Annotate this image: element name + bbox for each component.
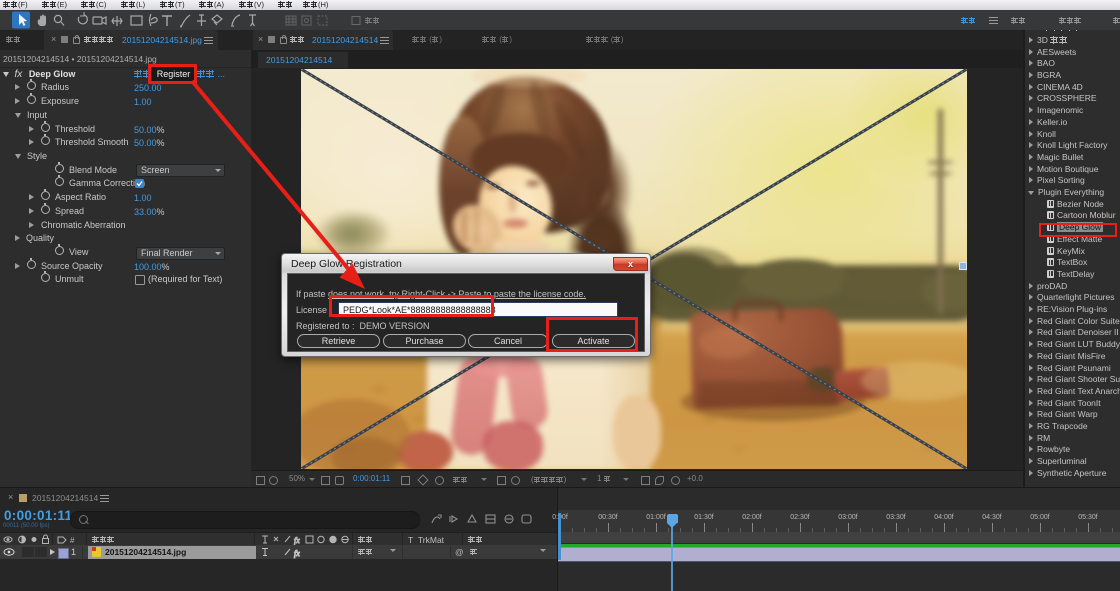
svg-text:#: # bbox=[70, 536, 75, 545]
svg-text:fx: fx bbox=[294, 549, 300, 558]
svg-text:fx: fx bbox=[294, 536, 300, 545]
